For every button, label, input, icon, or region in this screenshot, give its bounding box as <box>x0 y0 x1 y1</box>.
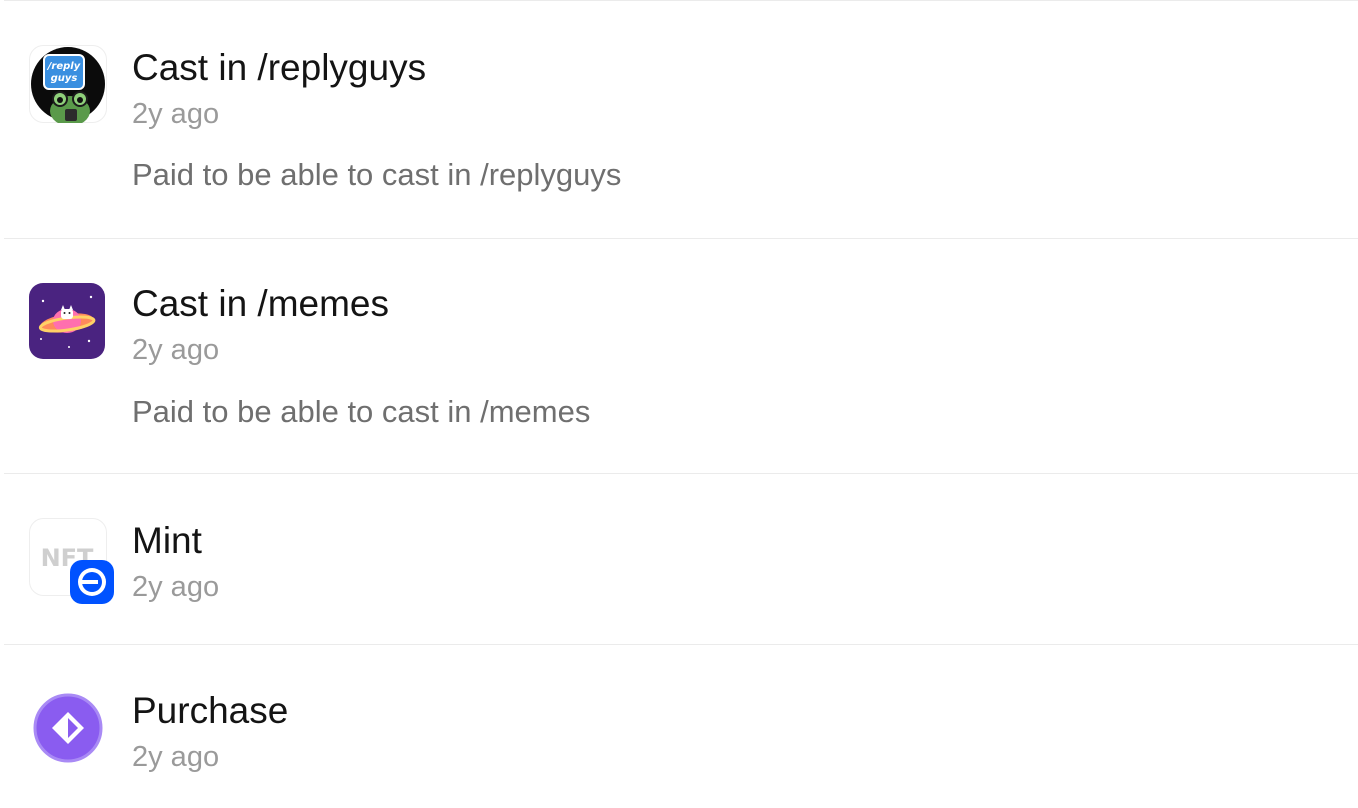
activity-title: Purchase <box>132 690 289 731</box>
activity-feed: /reply guys Cast in /replyguys 2y ago Pa… <box>0 0 1358 808</box>
activity-title: Cast in /memes <box>132 283 390 324</box>
activity-description: Paid to be able to cast in /memes <box>132 394 591 429</box>
svg-text:/reply: /reply <box>47 61 81 72</box>
svg-text:guys: guys <box>51 73 78 84</box>
memes-channel-icon <box>29 283 105 359</box>
activity-time: 2y ago <box>132 98 220 130</box>
replyguys-channel-icon: /reply guys <box>29 45 107 126</box>
activity-title: Cast in /replyguys <box>132 47 427 88</box>
activity-time: 2y ago <box>132 571 220 603</box>
base-chain-badge <box>70 560 114 604</box>
activity-description: Paid to be able to cast in /replyguys <box>132 157 622 192</box>
activity-item-replyguys[interactable]: /reply guys Cast in /replyguys 2y ago Pa… <box>4 1 1358 239</box>
activity-time: 2y ago <box>132 334 220 366</box>
activity-title: Mint <box>132 520 202 561</box>
activity-item-memes[interactable]: Cast in /memes 2y ago Paid to be able to… <box>4 239 1358 474</box>
activity-item-mint[interactable]: NFT Mint 2y ago <box>4 474 1358 645</box>
purchase-diamond-icon <box>32 692 104 764</box>
activity-item-purchase[interactable]: Purchase 2y ago <box>4 645 1358 808</box>
activity-time: 2y ago <box>132 741 220 773</box>
